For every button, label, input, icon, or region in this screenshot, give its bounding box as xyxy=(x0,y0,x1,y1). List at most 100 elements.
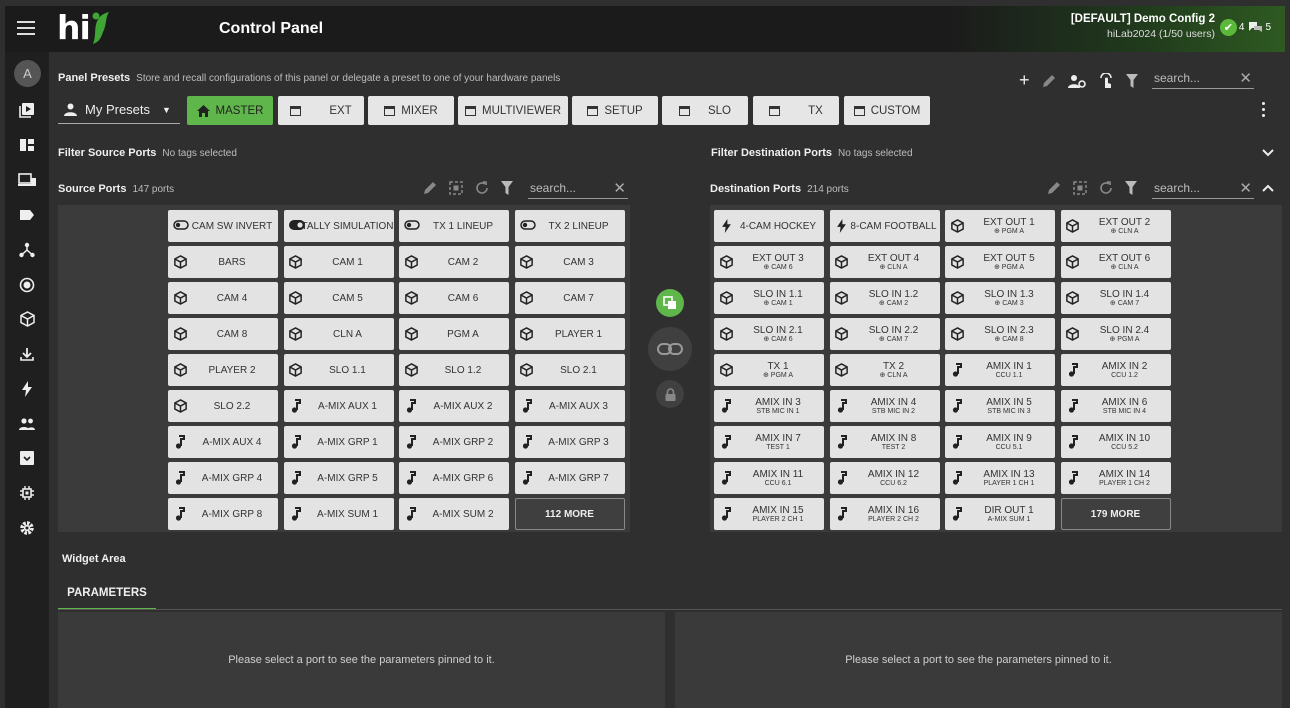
chip-icon[interactable] xyxy=(5,478,49,508)
port-button[interactable]: SLO IN 1.4 ⊕ CAM 7 xyxy=(1060,282,1171,314)
port-button[interactable]: EXT OUT 4 ⊕ CLN A xyxy=(829,246,940,278)
edit-icon[interactable] xyxy=(423,181,437,195)
port-button[interactable]: SLO IN 1.1 ⊕ CAM 1 xyxy=(714,282,824,314)
port-button[interactable]: AMIX IN 12 CCU 6.2 xyxy=(829,462,940,494)
clear-icon[interactable]: ✕ xyxy=(613,179,626,197)
refresh-icon[interactable] xyxy=(1099,181,1113,195)
link-button[interactable] xyxy=(648,327,692,371)
port-button[interactable]: A-MIX SUM 2 xyxy=(399,498,509,530)
port-button[interactable]: AMIX IN 10 CCU 5.2 xyxy=(1060,426,1171,458)
port-button[interactable]: SLO IN 1.3 ⊕ CAM 3 xyxy=(945,282,1055,314)
port-button[interactable]: PLAYER 2 xyxy=(168,354,278,386)
port-button[interactable]: EXT OUT 6 ⊕ CLN A xyxy=(1060,246,1171,278)
port-button[interactable]: CLN A xyxy=(283,318,394,350)
port-button[interactable]: AMIX IN 5 STB MIC IN 3 xyxy=(945,390,1055,422)
port-button[interactable]: CAM 6 xyxy=(399,282,509,314)
port-button[interactable]: 4-CAM HOCKEY xyxy=(714,210,824,242)
select-all-icon[interactable] xyxy=(1073,181,1087,195)
preset-mixer-button[interactable]: MIXER xyxy=(368,96,454,125)
port-button[interactable]: AMIX IN 9 CCU 5.1 xyxy=(945,426,1055,458)
port-button[interactable]: SLO IN 2.4 ⊕ PGM A xyxy=(1060,318,1171,350)
port-button[interactable]: PGM A xyxy=(399,318,509,350)
clear-icon[interactable]: ✕ xyxy=(1239,69,1252,87)
port-button[interactable]: A-MIX GRP 8 xyxy=(168,498,278,530)
port-button[interactable]: EXT OUT 2 ⊕ CLN A xyxy=(1060,210,1171,242)
port-button[interactable]: CAM 8 xyxy=(168,318,278,350)
edit-icon[interactable] xyxy=(1042,74,1056,88)
more-vert-icon[interactable] xyxy=(1262,102,1266,117)
port-button[interactable]: AMIX IN 3 STB MIC IN 1 xyxy=(714,390,824,422)
more-ports-button[interactable]: 179 MORE xyxy=(1060,498,1171,530)
port-button[interactable]: A-MIX AUX 4 xyxy=(168,426,278,458)
port-button[interactable]: SLO 2.1 xyxy=(514,354,625,386)
port-button[interactable]: A-MIX GRP 2 xyxy=(399,426,509,458)
preset-setup-button[interactable]: SETUP xyxy=(572,96,658,125)
preset-ext-button[interactable]: EXT xyxy=(278,96,364,125)
port-button[interactable]: EXT OUT 1 ⊕ PGM A xyxy=(945,210,1055,242)
download-icon[interactable] xyxy=(5,339,49,369)
port-button[interactable]: AMIX IN 1 CCU 1.1 xyxy=(945,354,1055,386)
gear-icon[interactable] xyxy=(5,513,49,543)
port-button[interactable]: TX 2 ⊕ CLN A xyxy=(829,354,940,386)
port-button[interactable]: A-MIX GRP 4 xyxy=(168,462,278,494)
clear-icon[interactable]: ✕ xyxy=(1239,179,1252,197)
port-button[interactable]: TX 2 LINEUP xyxy=(514,210,625,242)
port-button[interactable]: CAM 7 xyxy=(514,282,625,314)
port-button[interactable]: AMIX IN 4 STB MIC IN 2 xyxy=(829,390,940,422)
port-button[interactable]: A-MIX AUX 2 xyxy=(399,390,509,422)
port-button[interactable]: A-MIX AUX 1 xyxy=(283,390,394,422)
lock-button[interactable] xyxy=(656,380,684,408)
port-button[interactable]: CAM SW INVERT xyxy=(168,210,278,242)
add-icon[interactable]: + xyxy=(1019,70,1030,91)
preset-custom-button[interactable]: CUSTOM xyxy=(844,96,930,125)
port-button[interactable]: PLAYER 1 xyxy=(514,318,625,350)
port-button[interactable]: A-MIX GRP 7 xyxy=(514,462,625,494)
edit-icon[interactable] xyxy=(1047,181,1061,195)
port-button[interactable]: AMIX IN 7 TEST 1 xyxy=(714,426,824,458)
port-button[interactable]: AMIX IN 13 PLAYER 1 CH 1 xyxy=(945,462,1055,494)
filter-source[interactable]: Filter Source Ports No tags selected xyxy=(58,147,237,159)
port-button[interactable]: BARS xyxy=(168,246,278,278)
preset-multiviewer-button[interactable]: MULTIVIEWER xyxy=(458,96,568,125)
source-search-input[interactable]: search... ✕ xyxy=(528,177,628,199)
users-icon[interactable] xyxy=(5,409,49,439)
port-button[interactable]: TX 1 ⊕ PGM A xyxy=(714,354,824,386)
user-settings-icon[interactable] xyxy=(1067,74,1086,88)
dest-search-input[interactable]: search... ✕ xyxy=(1152,177,1254,199)
record-icon[interactable] xyxy=(5,270,49,300)
avatar[interactable]: A xyxy=(14,60,41,87)
port-button[interactable]: AMIX IN 6 STB MIC IN 4 xyxy=(1060,390,1171,422)
presets-search-input[interactable]: search... ✕ xyxy=(1152,67,1254,89)
port-button[interactable]: TALLY SIMULATION xyxy=(283,210,394,242)
filter-icon[interactable] xyxy=(501,181,513,195)
port-button[interactable]: EXT OUT 5 ⊕ PGM A xyxy=(945,246,1055,278)
filter-icon[interactable] xyxy=(1125,181,1137,195)
chevron-down-icon[interactable] xyxy=(1262,149,1274,157)
port-button[interactable]: A-MIX GRP 3 xyxy=(514,426,625,458)
status-indicators[interactable]: ✔ 4 5 xyxy=(1219,19,1273,36)
port-button[interactable]: CAM 2 xyxy=(399,246,509,278)
port-button[interactable]: A-MIX GRP 6 xyxy=(399,462,509,494)
port-button[interactable]: SLO 2.2 xyxy=(168,390,278,422)
port-button[interactable]: CAM 3 xyxy=(514,246,625,278)
port-button[interactable]: AMIX IN 11 CCU 6.1 xyxy=(714,462,824,494)
archive-icon[interactable] xyxy=(5,443,49,473)
port-button[interactable]: EXT OUT 3 ⊕ CAM 6 xyxy=(714,246,824,278)
port-button[interactable]: A-MIX GRP 1 xyxy=(283,426,394,458)
port-button[interactable]: SLO 1.1 xyxy=(283,354,394,386)
dashboard-icon[interactable] xyxy=(5,130,49,160)
port-button[interactable]: CAM 5 xyxy=(283,282,394,314)
port-button[interactable]: SLO IN 2.3 ⊕ CAM 8 xyxy=(945,318,1055,350)
play-box-icon[interactable] xyxy=(5,95,49,125)
touch-icon[interactable] xyxy=(1098,72,1114,89)
my-presets-dropdown[interactable]: My Presets ▼ xyxy=(58,96,180,124)
port-button[interactable]: AMIX IN 2 CCU 1.2 xyxy=(1060,354,1171,386)
preset-master-button[interactable]: MASTER xyxy=(187,96,273,125)
chevron-up-icon[interactable] xyxy=(1262,184,1274,192)
copy-route-button[interactable] xyxy=(656,289,684,317)
port-button[interactable]: CAM 4 xyxy=(168,282,278,314)
refresh-icon[interactable] xyxy=(475,181,489,195)
flash-icon[interactable] xyxy=(5,374,49,404)
port-button[interactable]: A-MIX GRP 5 xyxy=(283,462,394,494)
cube-icon[interactable] xyxy=(5,304,49,334)
